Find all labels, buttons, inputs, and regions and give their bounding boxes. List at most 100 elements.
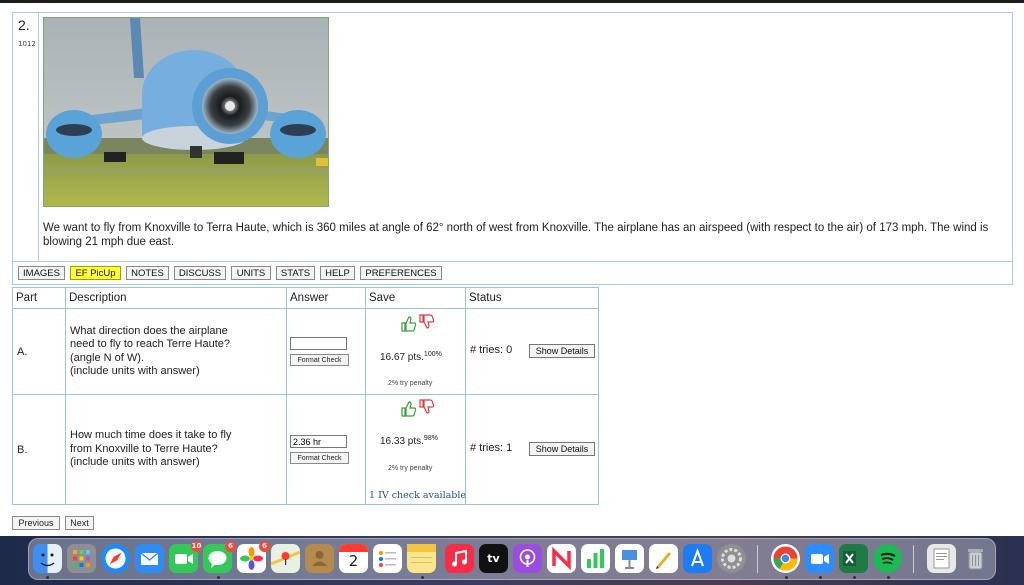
documents-stack-icon[interactable]: [927, 544, 956, 573]
photos-icon[interactable]: 6: [237, 541, 270, 573]
answer-cell: Format Check: [286, 308, 366, 395]
previous-button[interactable]: Previous: [12, 516, 60, 530]
answer-input[interactable]: [290, 435, 347, 448]
apple-tv-icon[interactable]: tv: [479, 544, 508, 573]
person-icon: [312, 551, 327, 566]
trash-can-icon: [968, 549, 983, 570]
iv-check-link[interactable]: 1 IV check available: [369, 490, 466, 501]
points-text: 16.33 pts.: [380, 436, 424, 447]
images-button[interactable]: IMAGES: [18, 266, 65, 280]
show-details-button[interactable]: Show Details: [529, 442, 595, 456]
points-text: 16.67 pts.: [380, 352, 424, 363]
chrome-logo-icon: [773, 546, 798, 571]
spotify-icon[interactable]: [873, 544, 902, 573]
running-indicator: [421, 576, 424, 579]
pages-icon[interactable]: [649, 544, 678, 573]
try-penalty: 2% try penalty: [388, 380, 433, 387]
finder-icon[interactable]: [33, 544, 62, 573]
part-label: A.: [12, 308, 66, 395]
ef-picup-button[interactable]: EF PicUp: [70, 266, 121, 280]
units-button[interactable]: UNITS: [231, 266, 271, 280]
excel-icon[interactable]: [839, 544, 868, 573]
status-cell: # tries: 0 Show Details: [465, 308, 599, 395]
status-cell: # tries: 1 Show Details: [465, 394, 599, 505]
news-n-icon: [552, 546, 571, 571]
next-button[interactable]: Next: [65, 516, 94, 530]
launchpad-grid-icon: [73, 550, 90, 567]
discuss-button[interactable]: DISCUSS: [174, 266, 226, 280]
part-description: How much time does it take to fly from K…: [65, 394, 287, 505]
gear-icon: [721, 548, 742, 569]
safari-icon[interactable]: [101, 544, 130, 573]
notepad-icon: [407, 544, 436, 563]
music-note-icon: [452, 549, 467, 567]
running-indicator: [785, 576, 788, 579]
problem-block: 2. 1012 We want to fly from Knoxville to…: [12, 12, 1013, 262]
system-settings-icon[interactable]: [717, 544, 746, 573]
description-line: (include units with answer): [70, 365, 200, 377]
macos-dock: 10 6 6 2 tv: [28, 538, 996, 580]
document-icon: [933, 548, 950, 569]
answer-input[interactable]: [290, 337, 347, 350]
podium-icon: [622, 550, 637, 569]
maps-icon[interactable]: [270, 544, 301, 573]
header-description: Description: [65, 287, 287, 309]
launchpad-icon[interactable]: [67, 544, 96, 573]
mail-icon[interactable]: [135, 544, 164, 573]
trash-icon[interactable]: [961, 544, 990, 573]
tries-count: # tries: 1: [470, 442, 513, 454]
table-header-row: Part Description Answer Save Status: [12, 287, 599, 309]
problem-toolbar: IMAGES EF PicUp NOTES DISCUSS UNITS STAT…: [12, 262, 1013, 285]
running-indicator: [217, 576, 220, 579]
description-line: (angle N of W).: [70, 351, 144, 364]
notes-app-icon[interactable]: [407, 544, 436, 573]
preferences-button[interactable]: PREFERENCES: [360, 266, 442, 280]
running-indicator: [819, 576, 822, 579]
format-check-button[interactable]: Format Check: [290, 452, 349, 464]
points-percent: 98%: [423, 435, 438, 442]
stats-button[interactable]: STATS: [276, 266, 315, 280]
part-description: What direction does the airplane need to…: [65, 308, 287, 395]
numbers-icon[interactable]: [581, 544, 610, 573]
pen-icon: [656, 552, 671, 569]
calendar-icon[interactable]: 2: [339, 544, 368, 573]
question-number: 2.: [18, 17, 30, 33]
thumbs-up-down-icon[interactable]: [399, 399, 435, 417]
contacts-icon[interactable]: [305, 544, 334, 573]
zoom-icon[interactable]: [805, 544, 834, 573]
description-line: (include units with answer): [70, 456, 200, 469]
header-part: Part: [12, 287, 66, 309]
question-number-column: 2. 1012: [13, 13, 39, 261]
part-label: B.: [12, 394, 66, 505]
app-store-icon[interactable]: [683, 544, 712, 573]
running-indicator: [46, 576, 49, 579]
webpage: 2. 1012 We want to fly from Knoxville to…: [0, 3, 1024, 536]
format-check-button[interactable]: Format Check: [290, 354, 349, 366]
save-cell: 16.67 pts.100% 2% try penalty: [365, 308, 466, 395]
podcast-icon: [519, 549, 536, 567]
excel-x-icon: [843, 551, 856, 566]
music-icon[interactable]: [445, 544, 474, 573]
help-button[interactable]: HELP: [320, 266, 355, 280]
description-line: from Knoxville to Terre Haute?: [70, 442, 218, 455]
show-details-button[interactable]: Show Details: [529, 344, 595, 358]
notes-button[interactable]: NOTES: [126, 266, 169, 280]
problem-prompt: We want to fly from Knoxville to Terra H…: [43, 222, 989, 248]
news-icon[interactable]: [547, 544, 576, 573]
facetime-icon[interactable]: 10: [169, 541, 202, 573]
chrome-icon[interactable]: [771, 544, 800, 573]
messages-icon[interactable]: 6: [203, 541, 236, 573]
tv-label: tv: [487, 552, 500, 565]
points-value: 16.67 pts.100%: [380, 351, 442, 363]
thumbs-up-down-icon[interactable]: [399, 314, 435, 332]
answer-cell: Format Check: [286, 394, 366, 505]
table-row: A. What direction does the airplane need…: [12, 308, 599, 395]
save-cell: 16.33 pts.98% 2% try penalty 1 IV check …: [365, 394, 466, 505]
header-save: Save: [365, 287, 466, 309]
photos-badge: 6: [259, 541, 270, 552]
podcasts-icon[interactable]: [513, 544, 542, 573]
reminders-icon[interactable]: [373, 544, 402, 573]
keynote-icon[interactable]: [615, 544, 644, 573]
points-percent: 100%: [423, 351, 442, 358]
running-indicator: [853, 576, 856, 579]
